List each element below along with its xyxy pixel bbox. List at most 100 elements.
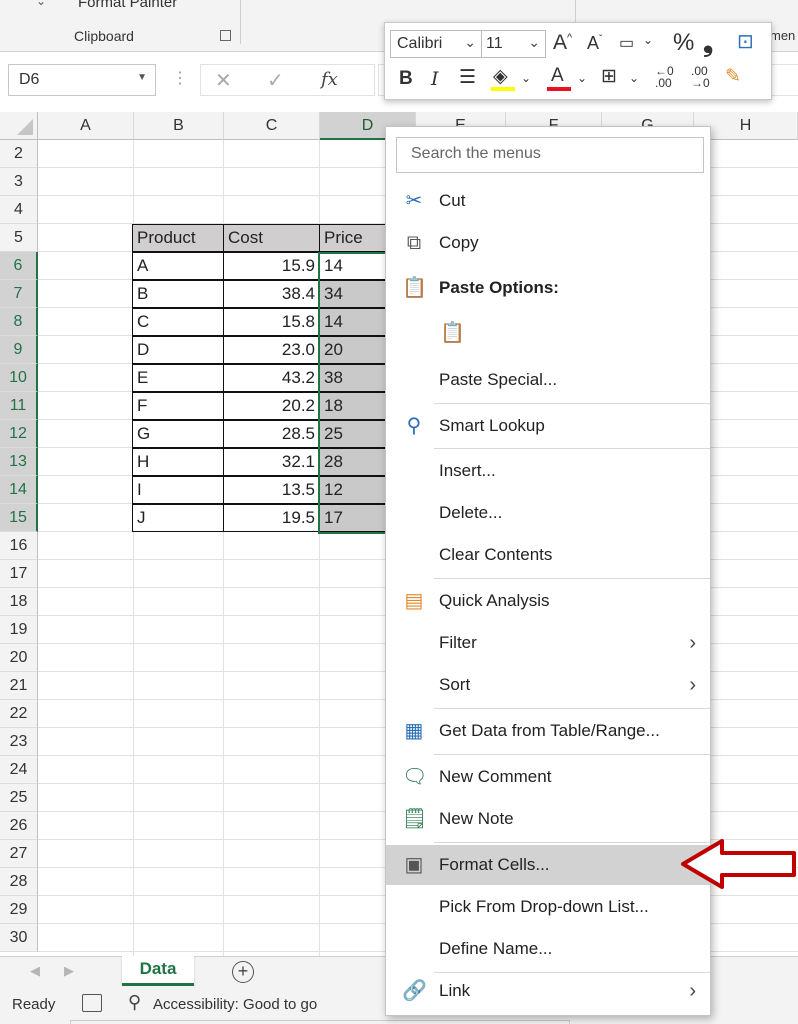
table-header-product[interactable]: Product [132, 224, 224, 252]
menu-item-delete[interactable]: Delete... [386, 493, 710, 533]
row-header-8[interactable]: 8 [0, 308, 38, 336]
increase-font-size-button[interactable]: A^ [553, 31, 572, 55]
cell-product[interactable]: D [132, 336, 224, 364]
cell-product[interactable]: F [132, 392, 224, 420]
chevron-down-icon[interactable]: ⌄ [577, 71, 587, 85]
row-header-22[interactable]: 22 [0, 700, 38, 728]
row-header-10[interactable]: 10 [0, 364, 38, 392]
cell-product[interactable]: C [132, 308, 224, 336]
menu-item-define-name[interactable]: Define Name... [386, 929, 710, 969]
cell-cost[interactable]: 28.5 [223, 420, 320, 448]
chevron-down-icon[interactable]: ⌄ [629, 71, 639, 85]
row-header-3[interactable]: 3 [0, 168, 38, 196]
menu-item-pick-from-list[interactable]: Pick From Drop-down List... [386, 887, 710, 927]
menu-item-new-note[interactable]: 🗒 New Note [386, 799, 710, 839]
name-box[interactable]: D6 ▼ [8, 64, 156, 96]
row-header-25[interactable]: 25 [0, 784, 38, 812]
cell-product[interactable]: I [132, 476, 224, 504]
cell-cost[interactable]: 38.4 [223, 280, 320, 308]
row-header-29[interactable]: 29 [0, 896, 38, 924]
menu-item-sort[interactable]: Sort › [386, 665, 710, 705]
cell-product[interactable]: E [132, 364, 224, 392]
row-header-9[interactable]: 9 [0, 336, 38, 364]
cell-product[interactable]: H [132, 448, 224, 476]
cell-cost[interactable]: 43.2 [223, 364, 320, 392]
menu-item-quick-analysis[interactable]: ▤ Quick Analysis [386, 581, 710, 621]
row-header-6[interactable]: 6 [0, 252, 38, 280]
cell-product[interactable]: B [132, 280, 224, 308]
comma-style-button[interactable]: ❟ [703, 27, 713, 59]
menu-item-clear-contents[interactable]: Clear Contents [386, 535, 710, 575]
macro-record-icon[interactable] [82, 994, 102, 1012]
row-header-13[interactable]: 13 [0, 448, 38, 476]
chevron-down-icon[interactable]: ⌄ [643, 33, 653, 47]
row-header-5[interactable]: 5 [0, 224, 38, 252]
row-header-7[interactable]: 7 [0, 280, 38, 308]
cell-cost[interactable]: 20.2 [223, 392, 320, 420]
decrease-font-size-button[interactable]: Aˇ [587, 33, 602, 54]
font-size-select[interactable]: 11 ⌄ [482, 30, 546, 58]
menu-item-link[interactable]: 🔗 Link › [386, 971, 710, 1011]
wrap-text-icon[interactable]: ⊡ [737, 29, 754, 54]
fill-color-icon[interactable]: ◈ [493, 65, 508, 88]
chevron-down-icon[interactable]: ⌄ [521, 71, 531, 85]
table-header-cost[interactable]: Cost [223, 224, 320, 252]
row-header-4[interactable]: 4 [0, 196, 38, 224]
row-header-30[interactable]: 30 [0, 924, 38, 952]
italic-button[interactable]: I [431, 68, 439, 90]
accounting-format-icon[interactable]: ▭ [619, 33, 634, 53]
font-name-select[interactable]: Calibri ⌄ [390, 30, 482, 58]
align-center-icon[interactable]: ☰ [459, 66, 476, 89]
dialog-launcher-icon[interactable] [220, 30, 231, 41]
menu-item-copy[interactable]: ⧉ Copy [386, 223, 710, 263]
row-header-15[interactable]: 15 [0, 504, 38, 532]
decrease-decimal-icon[interactable]: .00 →0 [691, 65, 710, 89]
row-header-17[interactable]: 17 [0, 560, 38, 588]
cancel-icon[interactable]: ✕ [215, 68, 232, 93]
add-sheet-button[interactable]: + [232, 961, 254, 983]
scroll-left-icon[interactable]: ◀ [30, 963, 40, 979]
menu-item-cut[interactable]: ✂ Cut [386, 181, 710, 221]
row-header-12[interactable]: 12 [0, 420, 38, 448]
cell-cost[interactable]: 15.8 [223, 308, 320, 336]
row-header-16[interactable]: 16 [0, 532, 38, 560]
row-header-26[interactable]: 26 [0, 812, 38, 840]
row-header-20[interactable]: 20 [0, 644, 38, 672]
cell-product[interactable]: A [132, 252, 224, 280]
insert-function-icon[interactable]: fx [321, 69, 338, 90]
row-header-14[interactable]: 14 [0, 476, 38, 504]
row-header-24[interactable]: 24 [0, 756, 38, 784]
menu-item-smart-lookup[interactable]: ⚲ Smart Lookup [386, 406, 710, 446]
column-header-a[interactable]: A [38, 112, 134, 140]
increase-decimal-icon[interactable]: ←0 .00 [655, 65, 674, 89]
menu-item-filter[interactable]: Filter › [386, 623, 710, 663]
percent-style-button[interactable]: % [673, 29, 694, 57]
menu-item-paste-special[interactable]: Paste Special... [386, 360, 710, 400]
row-header-23[interactable]: 23 [0, 728, 38, 756]
menu-item-format-cells[interactable]: ▣ Format Cells... [386, 845, 710, 885]
row-header-11[interactable]: 11 [0, 392, 38, 420]
borders-icon[interactable]: ⊞ [601, 65, 617, 88]
row-header-18[interactable]: 18 [0, 588, 38, 616]
chevron-down-icon[interactable]: ▼ [137, 72, 147, 83]
cell-cost[interactable]: 32.1 [223, 448, 320, 476]
font-color-button[interactable]: A [551, 65, 564, 87]
column-header-b[interactable]: B [134, 112, 224, 140]
cell-product[interactable]: J [132, 504, 224, 532]
format-painter-icon[interactable]: ✎ [725, 65, 741, 88]
row-header-27[interactable]: 27 [0, 840, 38, 868]
search-menus-input[interactable]: Search the menus [396, 137, 704, 173]
row-header-21[interactable]: 21 [0, 672, 38, 700]
menu-item-get-data[interactable]: ▦ Get Data from Table/Range... [386, 711, 710, 751]
row-header-2[interactable]: 2 [0, 140, 38, 168]
chevron-down-icon[interactable]: ⌄ [36, 0, 46, 8]
cell-cost[interactable]: 15.9 [223, 252, 320, 280]
bold-button[interactable]: B [399, 68, 413, 90]
select-all-corner[interactable] [0, 112, 38, 140]
cell-cost[interactable]: 23.0 [223, 336, 320, 364]
paste-button[interactable]: 📋 [430, 313, 490, 353]
scroll-right-icon[interactable]: ▶ [64, 963, 74, 979]
row-header-28[interactable]: 28 [0, 868, 38, 896]
column-header-c[interactable]: C [224, 112, 320, 140]
cell-product[interactable]: G [132, 420, 224, 448]
